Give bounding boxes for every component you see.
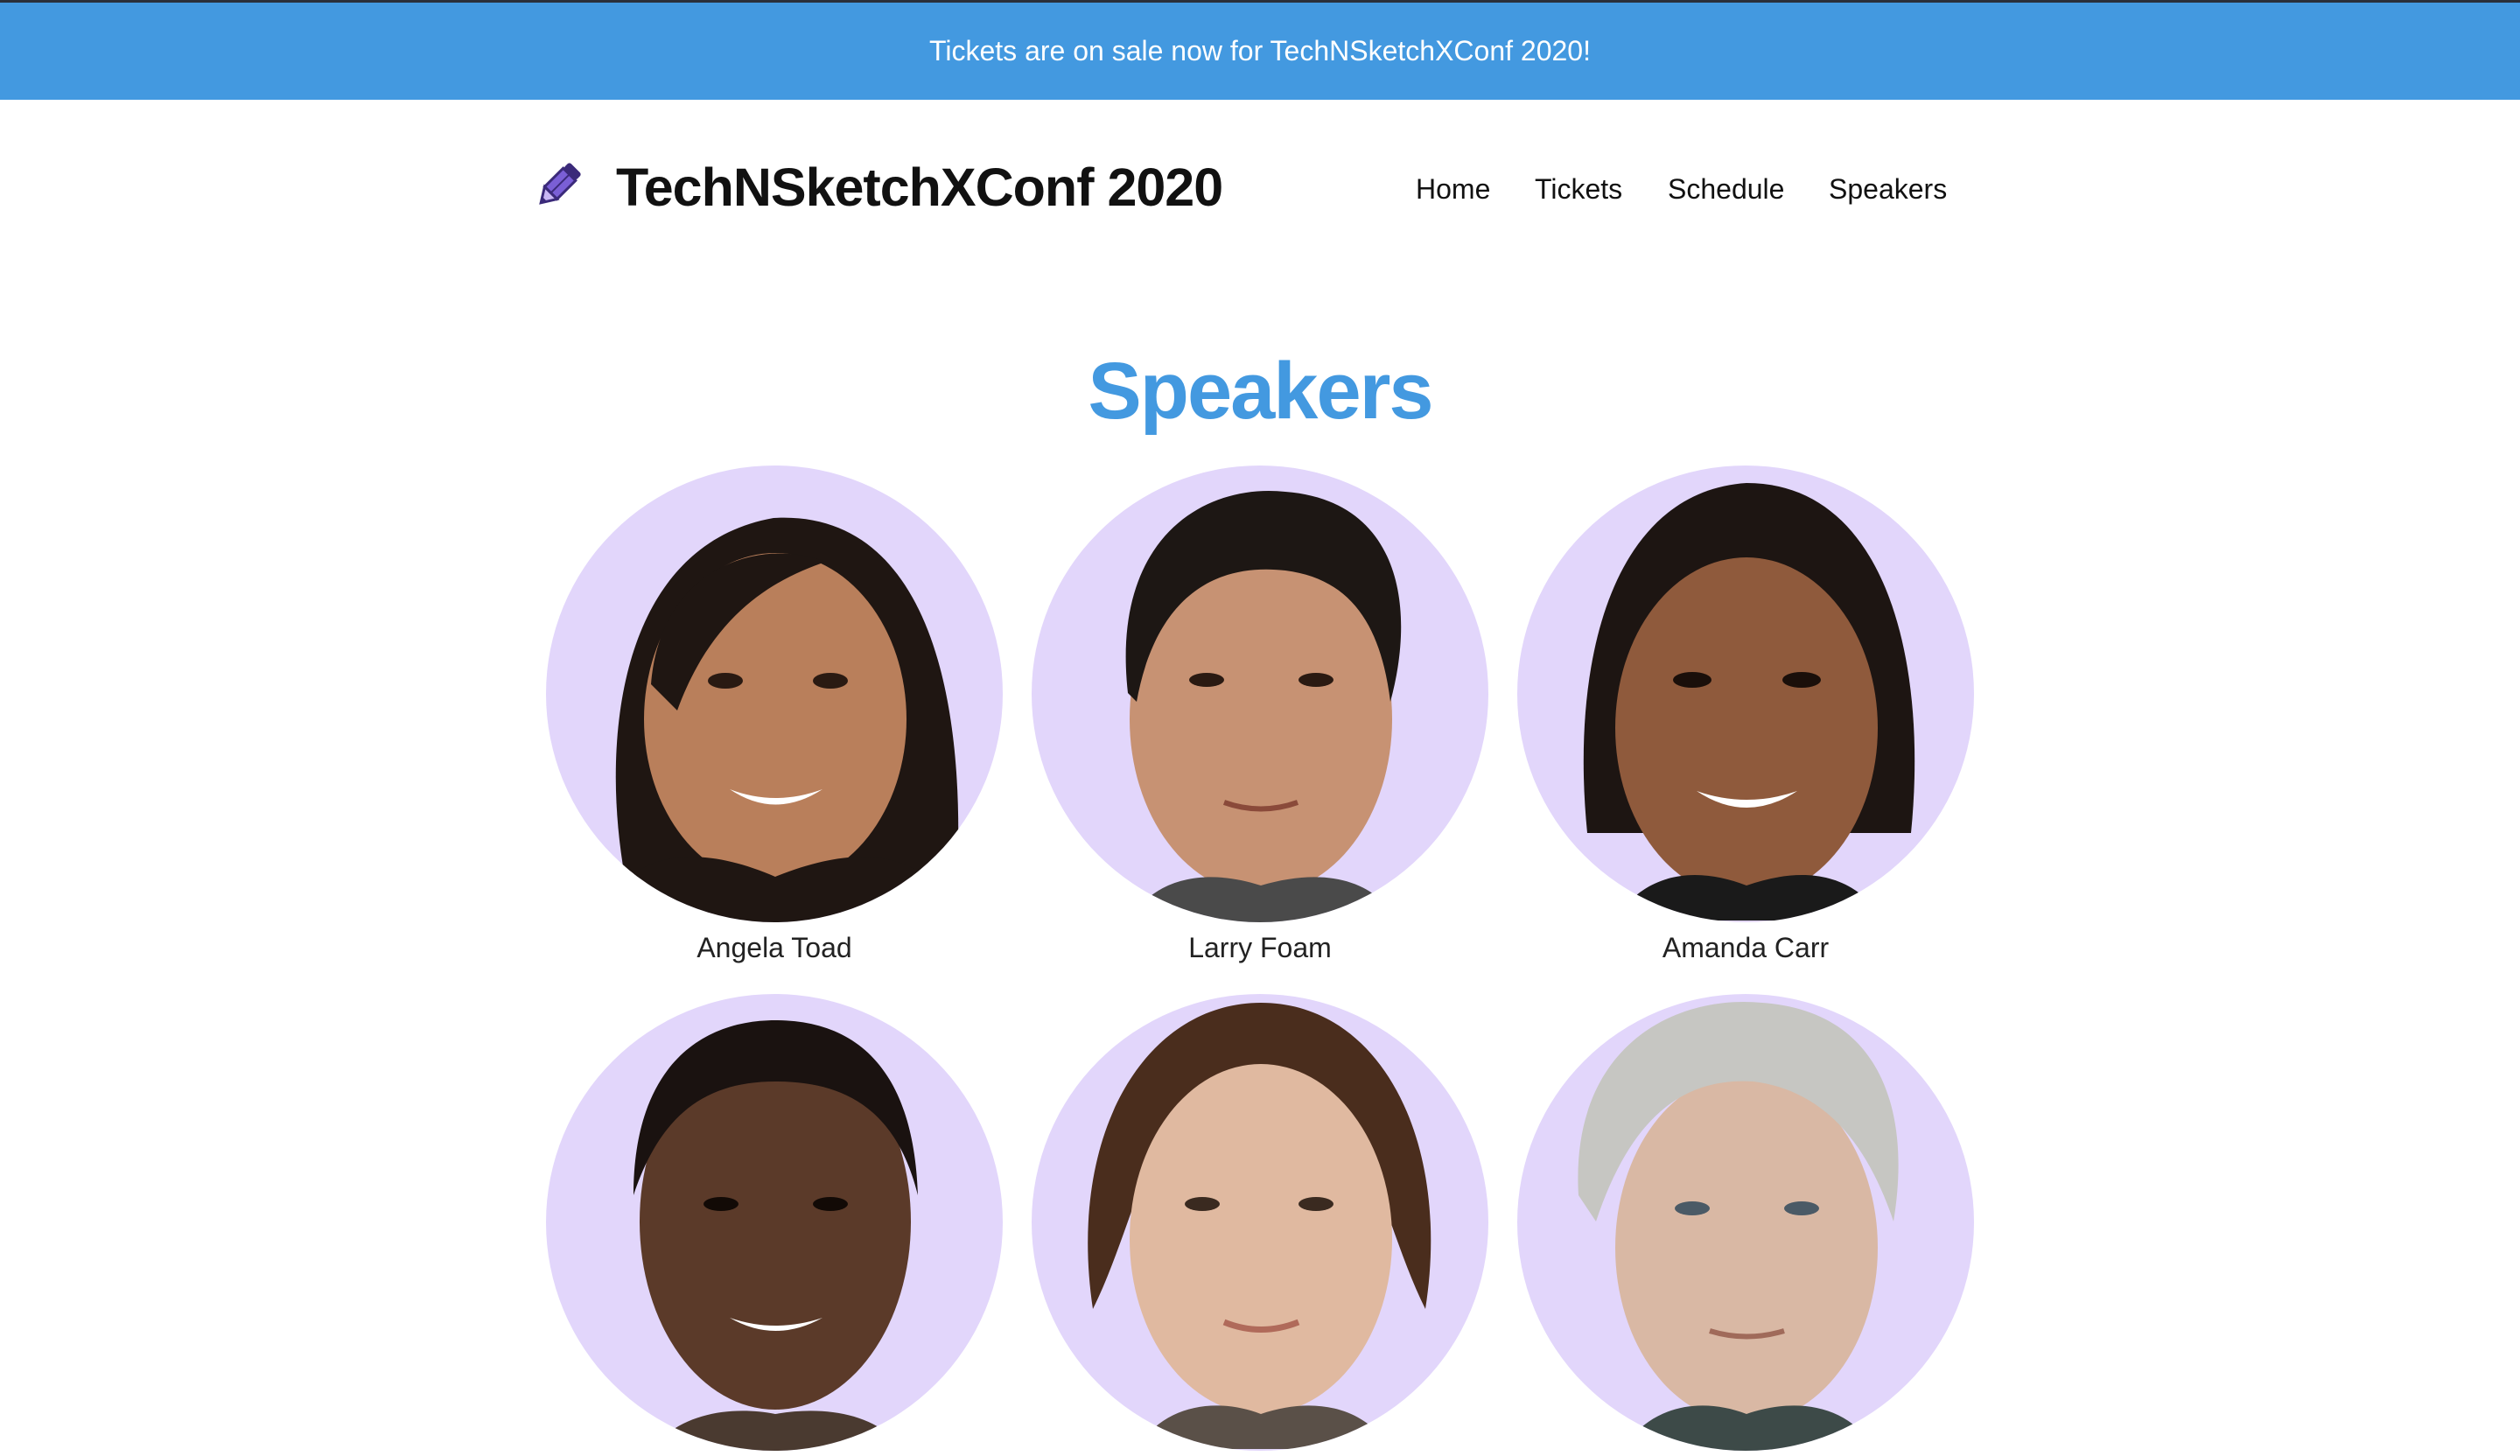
page-title: Speakers — [1088, 346, 1433, 436]
speaker-name: Larry Foam — [1188, 932, 1332, 963]
nav-link-speakers[interactable]: Speakers — [1829, 168, 1947, 210]
nav-link-tickets[interactable]: Tickets — [1535, 168, 1622, 210]
speaker-card[interactable]: Angela Toad — [546, 466, 1003, 968]
speaker-photo — [1517, 994, 1974, 1451]
speaker-photo — [1032, 994, 1488, 1451]
speaker-name: Amanda Carr — [1662, 932, 1830, 963]
speaker-card[interactable] — [1517, 994, 1974, 1456]
speaker-card[interactable] — [546, 994, 1003, 1456]
speaker-name: Angela Toad — [696, 932, 852, 963]
speaker-photo — [1517, 466, 1974, 922]
banner-text: Tickets are on sale now for TechNSketchX… — [929, 35, 1591, 66]
speaker-photo — [546, 466, 1003, 922]
speaker-photo — [546, 994, 1003, 1451]
main-nav: Home Tickets Schedule Speakers — [0, 168, 2520, 210]
speaker-card[interactable] — [1032, 994, 1488, 1456]
nav-link-schedule[interactable]: Schedule — [1668, 168, 1784, 210]
speaker-card[interactable]: Amanda Carr — [1517, 466, 1974, 968]
speaker-card[interactable]: Larry Foam — [1032, 466, 1488, 968]
speaker-photo — [1032, 466, 1488, 922]
announcement-banner: Tickets are on sale now for TechNSketchX… — [0, 0, 2520, 100]
nav-link-home[interactable]: Home — [1416, 168, 1490, 210]
